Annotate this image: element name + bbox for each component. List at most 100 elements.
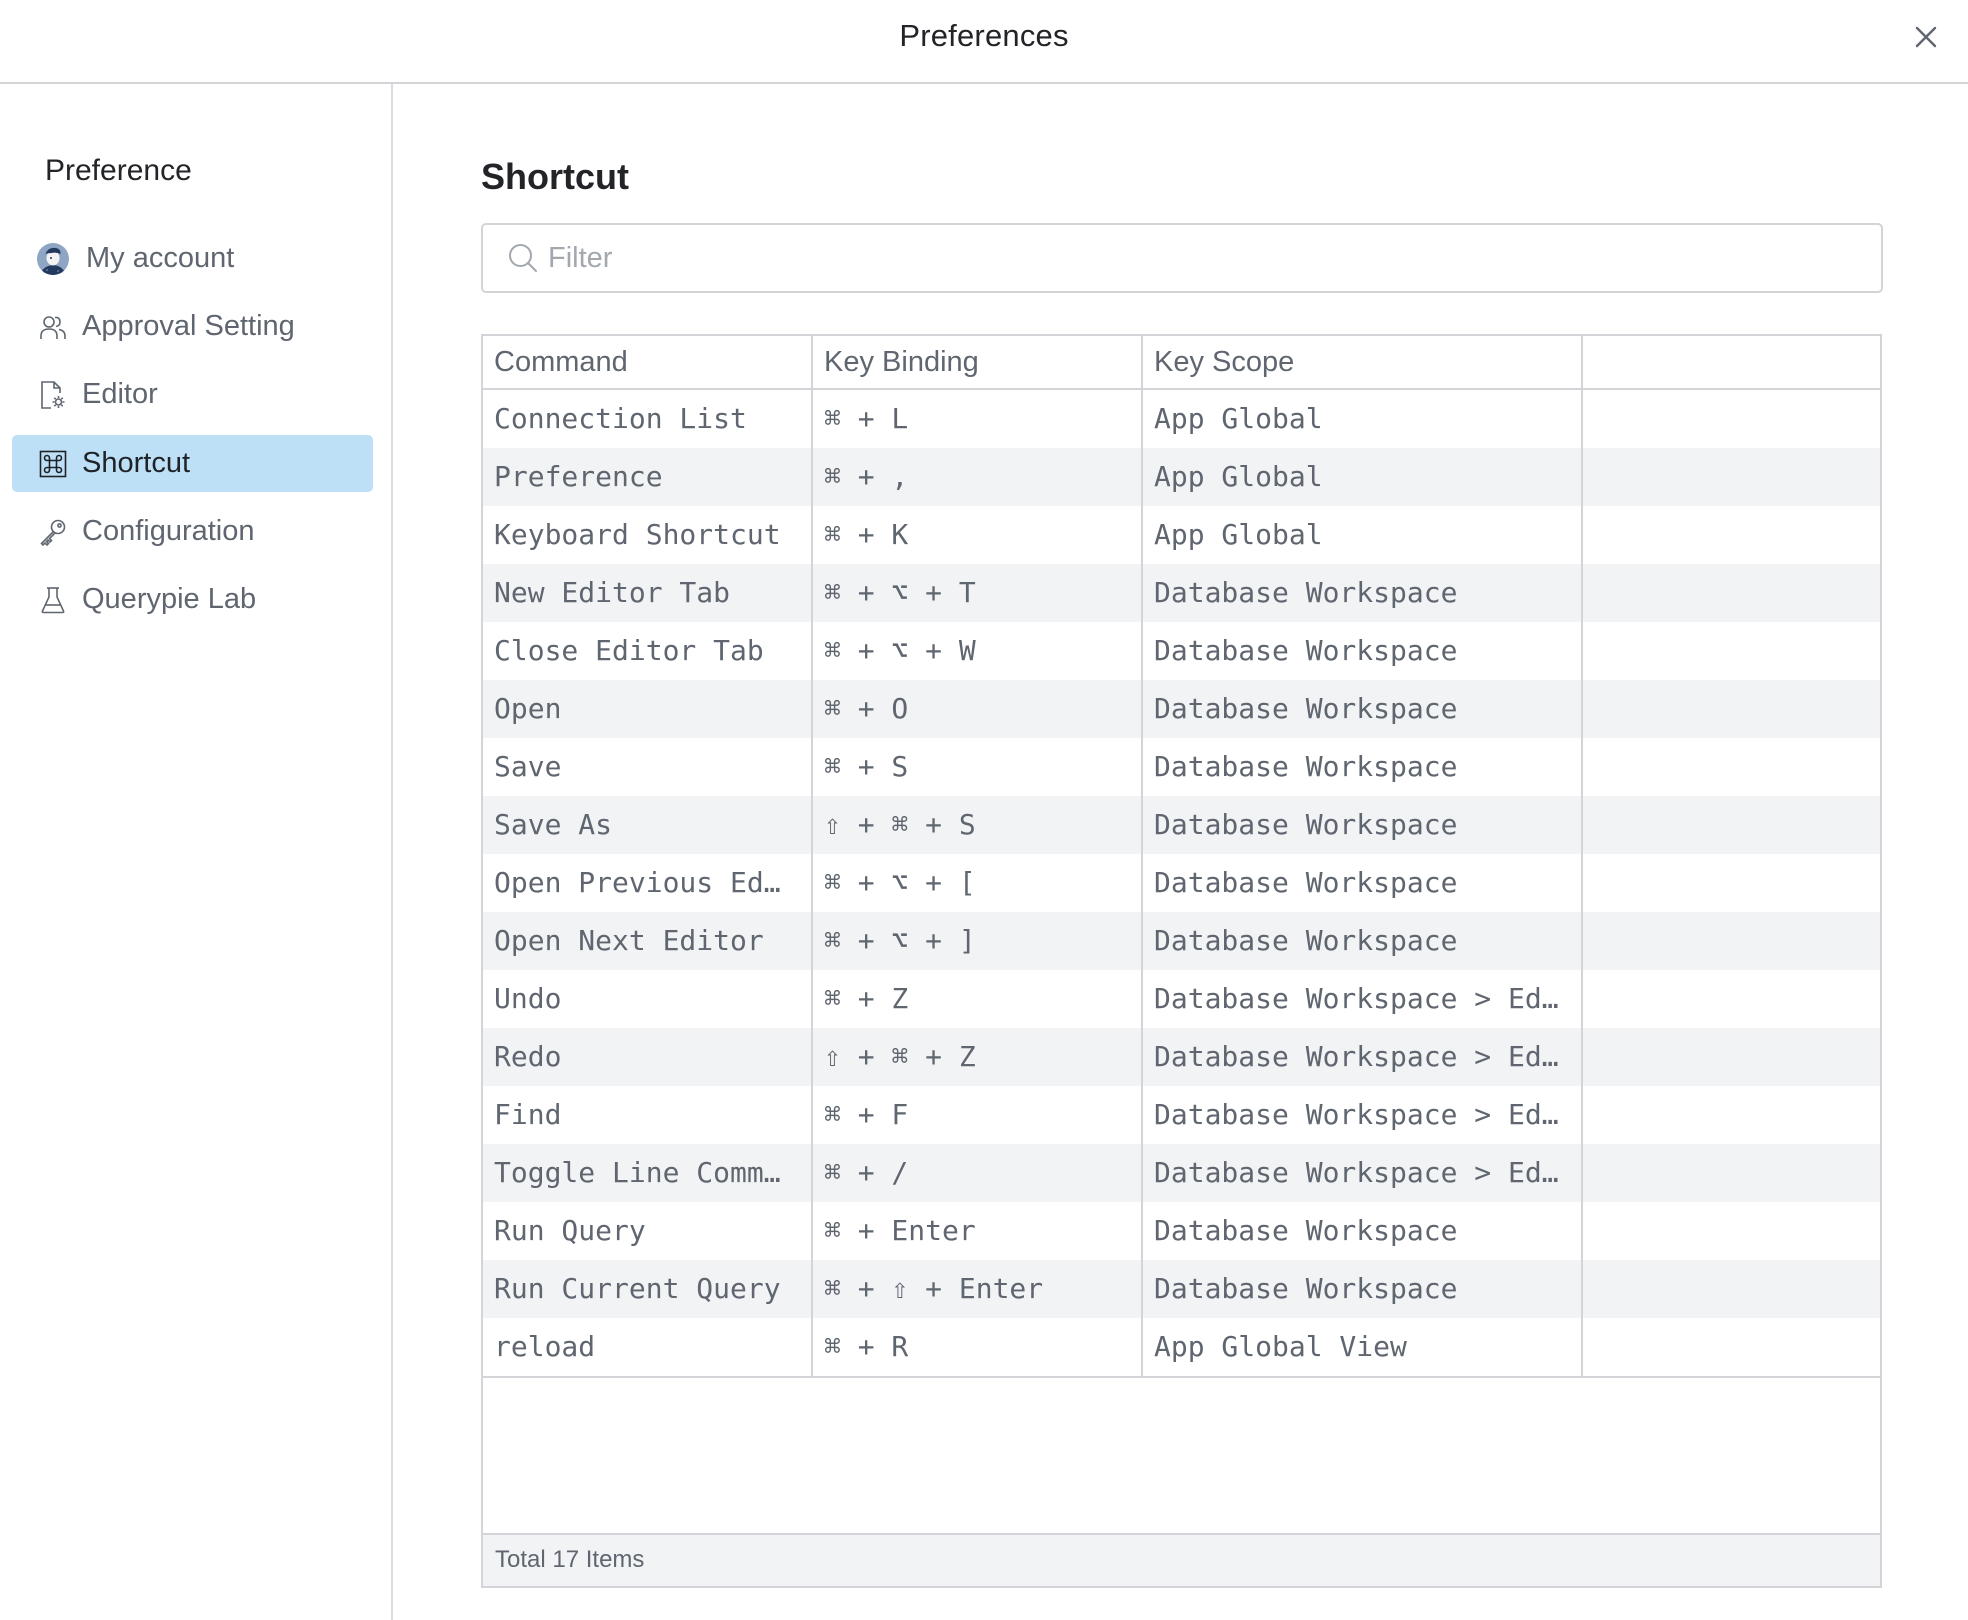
column-header-command[interactable]: Command [483,336,813,388]
cell-extra [1583,796,1880,854]
cell-key-scope: App Global [1143,506,1583,564]
table-row[interactable]: Toggle Line Comm… ⌘ + / Database Workspace… [483,1144,1880,1202]
table-row[interactable]: Redo ⇧ + ⌘ + Z Database Workspace > Ed… [483,1028,1880,1086]
table-row[interactable]: New Editor Tab ⌘ + ⌥ + T Database Workspac… [483,564,1880,622]
cell-key-binding[interactable]: ⌘ + ⌥ + [ [813,854,1143,912]
table-row[interactable]: Save ⌘ + S Database Workspace [483,738,1880,796]
table-row[interactable]: Keyboard Shortcut ⌘ + K App Global [483,506,1880,564]
cell-command: Open Previous Ed… [483,854,813,912]
cell-key-binding[interactable]: ⌘ + ⌥ + ] [813,912,1143,970]
table-row[interactable]: Connection List ⌘ + L App Global [483,390,1880,448]
table-rows-divider [483,1376,1880,1378]
cell-key-binding[interactable]: ⌘ + ⌥ + W [813,622,1143,680]
avatar-icon [36,242,70,276]
cell-key-scope: Database Workspace > Ed… [1143,1144,1583,1202]
cell-key-scope: Database Workspace [1143,622,1583,680]
cell-key-scope: Database Workspace [1143,1260,1583,1318]
table-row[interactable]: Undo ⌘ + Z Database Workspace > Ed… [483,970,1880,1028]
cell-key-binding[interactable]: ⌘ + / [813,1144,1143,1202]
cell-key-binding[interactable]: ⌘ + O [813,680,1143,738]
cell-extra [1583,912,1880,970]
close-icon [1914,25,1938,54]
cell-key-binding[interactable]: ⌘ + F [813,1086,1143,1144]
cell-key-binding[interactable]: ⌘ + ⇧ + Enter [813,1260,1143,1318]
shortcut-table: Command Key Binding Key Scope Connection… [481,334,1882,1588]
key-icon [38,517,68,547]
cell-key-scope: Database Workspace > Ed… [1143,970,1583,1028]
cell-extra [1583,680,1880,738]
cell-extra [1583,622,1880,680]
sidebar-item-label: Shortcut [82,447,190,479]
cell-key-binding[interactable]: ⌘ + , [813,448,1143,506]
table-row[interactable]: Open Previous Ed… ⌘ + ⌥ + [Database Works… [483,854,1880,912]
cell-extra [1583,1318,1880,1376]
cell-extra [1583,1086,1880,1144]
cell-key-scope: App Global View [1143,1318,1583,1376]
table-row[interactable]: Preference ⌘ + , App Global [483,448,1880,506]
table-row[interactable]: Find ⌘ + F Database Workspace > Ed… [483,1086,1880,1144]
table-row[interactable]: Open ⌘ + O Database Workspace [483,680,1880,738]
sidebar-item-label: Editor [82,378,158,410]
sidebar-item-querypie-lab[interactable]: Querypie Lab [12,571,373,628]
cell-command: New Editor Tab [483,564,813,622]
cell-extra [1583,970,1880,1028]
cell-key-binding[interactable]: ⌘ + L [813,390,1143,448]
file-gear-icon [38,380,68,410]
sidebar-item-editor[interactable]: Editor [12,366,373,423]
table-footer-count: Total 17 Items [483,1533,1880,1586]
close-button[interactable] [1908,21,1944,57]
sidebar: Preference My account Approval Setting E… [0,84,393,1620]
cell-key-binding[interactable]: ⌘ + S [813,738,1143,796]
cell-command: Save [483,738,813,796]
cell-key-binding[interactable]: ⇧ + ⌘ + Z [813,1028,1143,1086]
cell-command: Undo [483,970,813,1028]
table-body: Connection List ⌘ + L App Global Preference… [483,390,1880,1376]
sidebar-item-configuration[interactable]: Configuration [12,503,373,560]
column-header-extra [1583,336,1880,388]
sidebar-item-my-account[interactable]: My account [12,230,373,287]
column-header-key-binding[interactable]: Key Binding [813,336,1143,388]
sidebar-item-shortcut[interactable]: Shortcut [12,435,373,492]
sidebar-item-label: Configuration [82,515,255,547]
cell-key-scope: Database Workspace [1143,564,1583,622]
table-row[interactable]: Close Editor Tab ⌘ + ⌥ + W Database Worksp… [483,622,1880,680]
cell-extra [1583,1260,1880,1318]
cell-command: Save As [483,796,813,854]
cell-command: Open [483,680,813,738]
cell-key-binding[interactable]: ⌘ + Z [813,970,1143,1028]
filter-input[interactable] [548,241,1848,275]
table-row[interactable]: reload ⌘ + R App Global View [483,1318,1880,1376]
cell-key-scope: App Global [1143,390,1583,448]
cell-key-scope: Database Workspace [1143,912,1583,970]
cell-key-binding[interactable]: ⌘ + ⌥ + T [813,564,1143,622]
table-row[interactable]: Run Current Query ⌘ + ⇧ + Enter Database W… [483,1260,1880,1318]
window-title: Preferences [899,18,1069,53]
cell-key-scope: Database Workspace > Ed… [1143,1028,1583,1086]
cell-command: Preference [483,448,813,506]
table-row[interactable]: Open Next Editor ⌘ + ⌥ + ] Database Worksp… [483,912,1880,970]
flask-icon [38,585,68,615]
table-row[interactable]: Save As ⇧ + ⌘ + S Database Workspace [483,796,1880,854]
sidebar-item-label: Approval Setting [82,310,295,342]
cell-key-binding[interactable]: ⌘ + R [813,1318,1143,1376]
page-title: Shortcut [481,156,629,197]
sidebar-title: Preference [45,154,192,187]
cell-extra [1583,390,1880,448]
cell-command: Redo [483,1028,813,1086]
cell-extra [1583,448,1880,506]
cell-extra [1583,1144,1880,1202]
sidebar-item-label: My account [86,242,235,274]
cell-key-binding[interactable]: ⇧ + ⌘ + S [813,796,1143,854]
cell-command: reload [483,1318,813,1376]
cell-key-binding[interactable]: ⌘ + K [813,506,1143,564]
window-header: Preferences [0,0,1968,84]
cell-key-binding[interactable]: ⌘ + Enter [813,1202,1143,1260]
column-header-key-scope[interactable]: Key Scope [1143,336,1583,388]
filter-field[interactable] [481,223,1883,293]
sidebar-item-approval-setting[interactable]: Approval Setting [12,298,373,355]
cell-key-scope: Database Workspace [1143,796,1583,854]
sidebar-item-label: Querypie Lab [82,583,257,615]
cell-extra [1583,1028,1880,1086]
table-row[interactable]: Run Query ⌘ + Enter Database Workspace [483,1202,1880,1260]
command-key-icon [38,449,68,479]
